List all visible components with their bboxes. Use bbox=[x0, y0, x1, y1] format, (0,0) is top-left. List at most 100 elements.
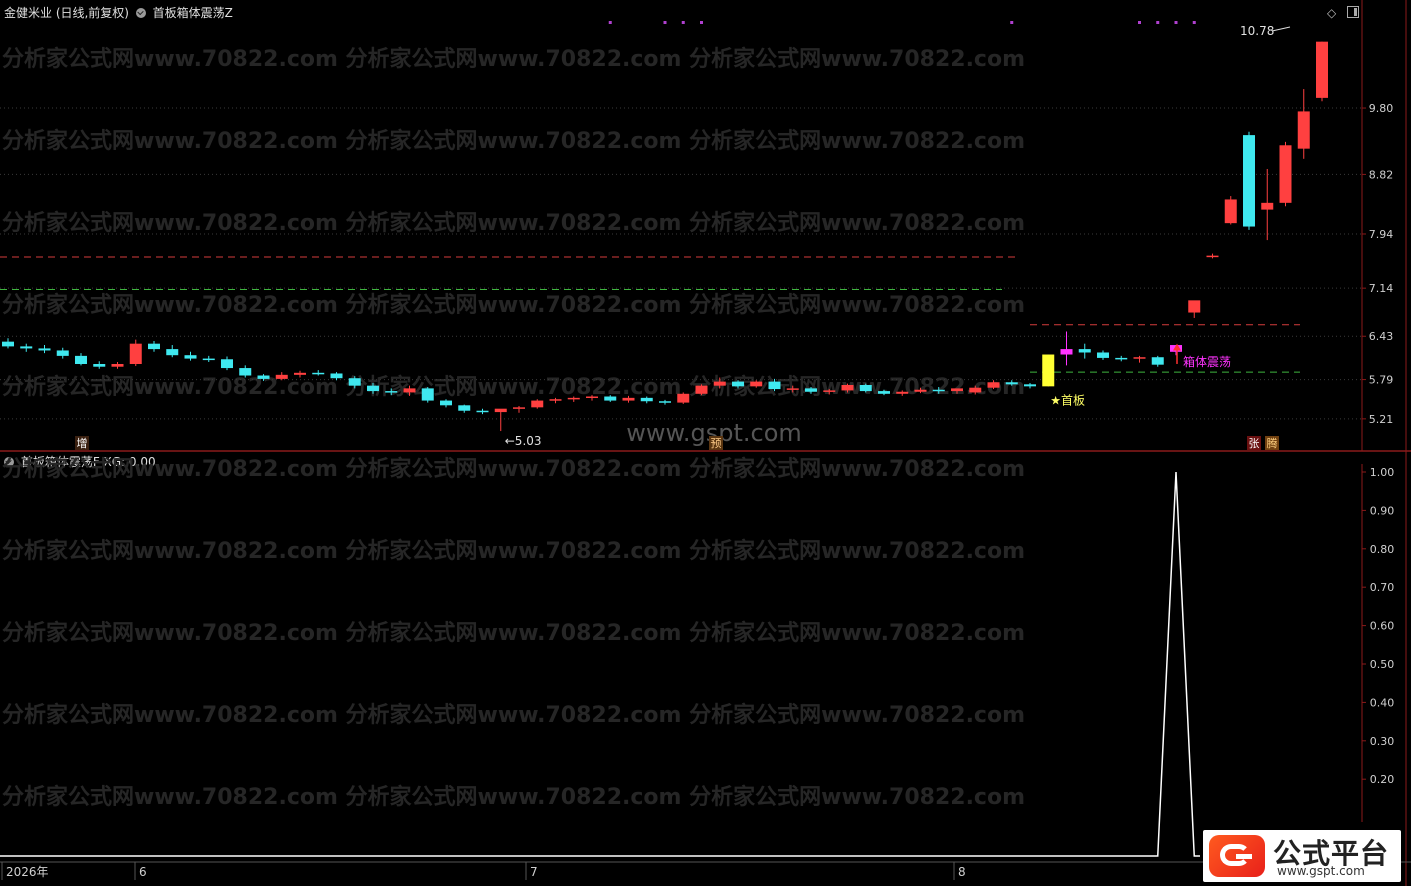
y-tick-label: 7.94 bbox=[1369, 228, 1394, 241]
candle-body bbox=[1078, 349, 1091, 353]
candle-body bbox=[93, 364, 106, 367]
watermark-line: 分析家公式网www.70822.com 分析家公式网www.70822.com … bbox=[2, 46, 1025, 72]
candle-body bbox=[1097, 352, 1109, 358]
candle-body bbox=[330, 373, 343, 379]
candle-body bbox=[1206, 255, 1219, 258]
watermark-line: 分析家公式网www.70822.com 分析家公式网www.70822.com … bbox=[2, 538, 1025, 564]
lower-y-tick-label: 0.70 bbox=[1370, 581, 1395, 594]
candle-body bbox=[1005, 382, 1018, 385]
candle-body bbox=[951, 388, 963, 392]
candle-body bbox=[878, 391, 890, 394]
candle-body bbox=[312, 372, 325, 375]
candle-body bbox=[239, 368, 252, 376]
candle-body bbox=[1261, 202, 1274, 210]
candle-body bbox=[932, 389, 945, 392]
candle-body bbox=[56, 350, 69, 356]
lower-y-tick-label: 1.00 bbox=[1370, 466, 1395, 479]
signal-dot bbox=[663, 21, 667, 24]
watermark-line: 分析家公式网www.70822.com 分析家公式网www.70822.com … bbox=[2, 620, 1025, 646]
candle-body bbox=[1279, 145, 1292, 203]
candle-body bbox=[713, 381, 726, 386]
event-marker: 腾 bbox=[1267, 436, 1278, 450]
candle-body bbox=[604, 396, 617, 401]
candle-body bbox=[622, 397, 635, 401]
kline-chart[interactable]: 分析家公式网www.70822.com 分析家公式网www.70822.com … bbox=[0, 0, 1411, 886]
y-tick-label: 9.80 bbox=[1369, 102, 1394, 115]
candle-body bbox=[458, 405, 471, 411]
peak-label: 10.78 bbox=[1240, 24, 1274, 38]
candle-body bbox=[348, 378, 361, 386]
candle-body bbox=[385, 391, 398, 393]
candle-body bbox=[1188, 300, 1201, 313]
candle-body bbox=[786, 388, 799, 390]
watermark-line: 分析家公式网www.70822.com 分析家公式网www.70822.com … bbox=[2, 292, 1025, 318]
gspt-logo: 公式平台 www.gspt.com bbox=[1203, 830, 1401, 882]
box-label: 箱体震荡 bbox=[1183, 354, 1231, 369]
candle-body bbox=[567, 397, 580, 400]
x-tick-label: 7 bbox=[530, 865, 538, 879]
candle-body bbox=[403, 388, 416, 393]
candle-body bbox=[659, 401, 671, 403]
watermark-line: 分析家公式网www.70822.com 分析家公式网www.70822.com … bbox=[2, 702, 1025, 728]
lower-y-tick-label: 0.40 bbox=[1370, 696, 1395, 709]
candles bbox=[2, 41, 1328, 432]
event-marker: 预 bbox=[711, 437, 722, 450]
candle-body bbox=[1316, 41, 1328, 98]
candle-body bbox=[969, 387, 982, 393]
candle-body bbox=[367, 385, 379, 392]
candle-body bbox=[1115, 357, 1128, 360]
candle-body bbox=[768, 381, 781, 390]
signal-dot bbox=[1138, 21, 1141, 24]
watermark-layer: 分析家公式网www.70822.com 分析家公式网www.70822.com … bbox=[2, 46, 1025, 810]
watermark-line: 分析家公式网www.70822.com 分析家公式网www.70822.com … bbox=[2, 784, 1025, 810]
candle-body bbox=[2, 341, 14, 347]
candle-body bbox=[148, 343, 160, 350]
candle-body bbox=[294, 372, 306, 375]
gspt-logo-mark-icon bbox=[1209, 835, 1265, 877]
candle-body bbox=[987, 382, 1000, 388]
candle-body bbox=[221, 359, 233, 369]
lower-y-tick-label: 0.30 bbox=[1370, 735, 1395, 748]
candle-body bbox=[750, 381, 763, 387]
candle-body bbox=[896, 391, 909, 394]
candle-body bbox=[257, 375, 270, 379]
signal-dot bbox=[1174, 21, 1178, 24]
candle-body bbox=[695, 385, 708, 394]
x-tick-label: 2026年 bbox=[6, 865, 49, 879]
candle-body bbox=[440, 400, 452, 406]
signal-dots bbox=[608, 21, 1196, 24]
candle-body bbox=[75, 355, 87, 364]
y-tick-label: 8.82 bbox=[1369, 168, 1394, 181]
candle-body bbox=[421, 388, 434, 401]
candle-body bbox=[914, 389, 927, 392]
signal-dot bbox=[1156, 21, 1160, 24]
candle-body bbox=[531, 400, 544, 408]
lower-y-tick-label: 0.20 bbox=[1370, 773, 1395, 786]
low-label: ←5.03 bbox=[505, 434, 542, 448]
candle-body bbox=[586, 396, 598, 399]
candle-body bbox=[549, 399, 562, 401]
candle-body bbox=[111, 364, 124, 367]
y-tick-label: 6.43 bbox=[1369, 330, 1394, 343]
event-marker: 增 bbox=[77, 436, 88, 450]
lower-y-tick-label: 0.60 bbox=[1370, 620, 1395, 633]
candle-body bbox=[823, 390, 836, 392]
y-tick-label: 7.14 bbox=[1369, 282, 1394, 295]
candle-body bbox=[859, 384, 872, 392]
signal-dot bbox=[700, 21, 703, 24]
candle-body bbox=[476, 410, 489, 413]
candle-body bbox=[202, 358, 215, 361]
x-tick-label: 8 bbox=[958, 865, 966, 879]
candle-body bbox=[38, 348, 51, 351]
lower-y-tick-label: 0.80 bbox=[1370, 543, 1395, 556]
candle-body bbox=[20, 346, 33, 349]
candle-body bbox=[1060, 349, 1073, 355]
candle-body bbox=[1224, 199, 1237, 224]
candle-body bbox=[640, 397, 653, 402]
candle-body bbox=[129, 343, 142, 364]
candle-body bbox=[494, 408, 507, 413]
watermark-line: 分析家公式网www.70822.com 分析家公式网www.70822.com … bbox=[2, 128, 1025, 154]
candle-body bbox=[166, 349, 179, 356]
candle-body bbox=[1042, 354, 1055, 387]
peak-pointer bbox=[1271, 26, 1291, 32]
